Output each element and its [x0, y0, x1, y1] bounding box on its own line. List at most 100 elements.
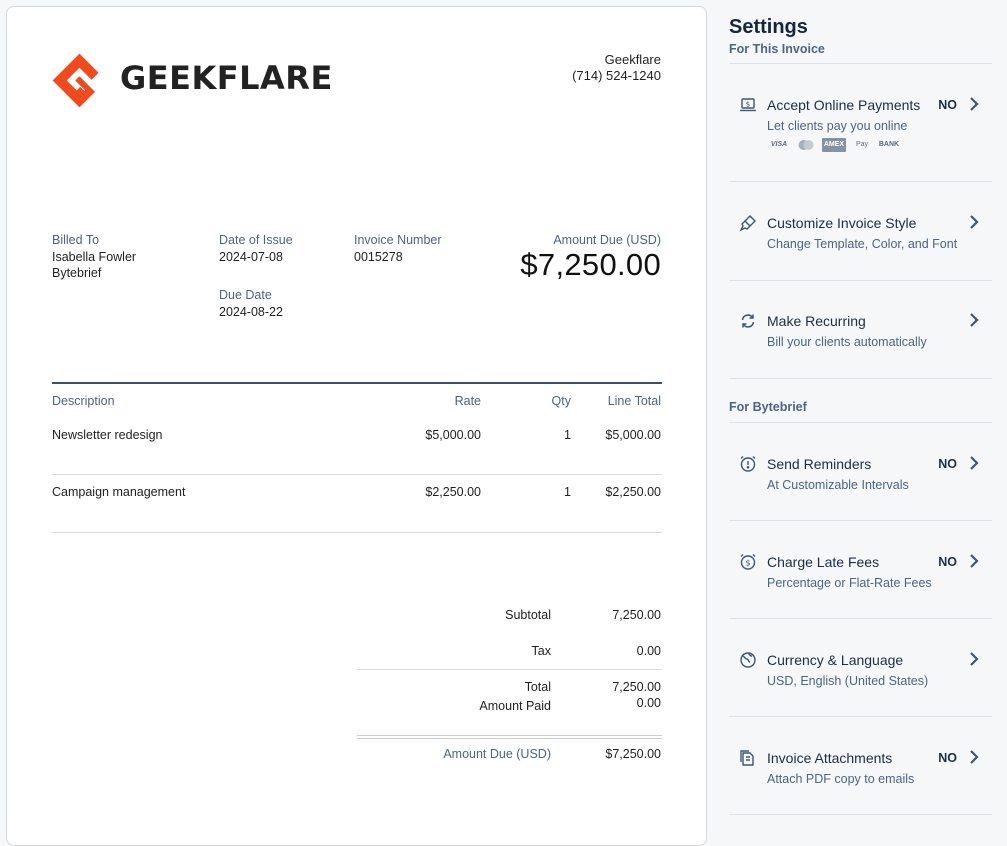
setting-label: Invoice Attachments [767, 750, 893, 766]
section-divider [729, 422, 992, 423]
company-name: Geekflare [604, 52, 661, 67]
row-description: Newsletter redesign [52, 428, 163, 442]
setting-description: Percentage or Flat-Rate Fees [767, 576, 932, 590]
item-divider [729, 378, 992, 379]
setting-customize-invoice-style[interactable]: Customize Invoice Style Change Template,… [729, 212, 992, 257]
alarm-clock-icon [739, 455, 757, 473]
setting-description: Change Template, Color, and Font [767, 237, 958, 251]
billed-to-label: Billed To [52, 233, 100, 247]
refresh-icon [739, 312, 757, 330]
settings-title: Settings [729, 16, 808, 38]
setting-send-reminders[interactable]: Send Reminders NO At Customizable Interv… [729, 453, 992, 498]
invoice-number: 0015278 [354, 250, 403, 264]
totals-divider [357, 669, 662, 670]
mastercard-icon [798, 140, 814, 150]
setting-invoice-attachments[interactable]: Invoice Attachments NO Attach PDF copy t… [729, 747, 992, 792]
visa-card-icon: VISA [770, 141, 788, 148]
chevron-right-icon [968, 95, 980, 113]
chevron-right-icon [968, 650, 980, 668]
svg-text:$: $ [746, 101, 750, 109]
row-qty: 1 [564, 428, 571, 442]
setting-label: Accept Online Payments [767, 97, 921, 113]
table-top-rule [52, 382, 662, 384]
geekflare-logo-icon [52, 53, 99, 108]
subtotal-label: Subtotal [505, 608, 551, 622]
laptop-dollar-icon: $ [739, 96, 757, 114]
invoice-document: GEEKFLARE Geekflare (714) 524-1240 Bille… [6, 6, 707, 846]
amex-card-icon: AMEX [822, 138, 846, 152]
column-rate: Rate [454, 394, 481, 408]
item-divider [729, 618, 992, 619]
due-date-label: Due Date [219, 288, 272, 302]
setting-description: Let clients pay you online [767, 119, 908, 133]
attachment-document-icon [739, 749, 757, 767]
item-divider [729, 814, 992, 815]
company-phone: (714) 524-1240 [572, 68, 661, 83]
setting-status: NO [938, 457, 957, 471]
subtotal-value: 7,250.00 [612, 608, 661, 622]
setting-description: Bill your clients automatically [767, 335, 927, 349]
company-info: Geekflare (714) 524-1240 [572, 52, 661, 84]
amount-paid-value: 0.00 [636, 696, 661, 710]
date-of-issue: 2024-07-08 [219, 250, 283, 264]
setting-description: USD, English (United States) [767, 674, 929, 688]
bank-icon: BANK [878, 141, 900, 148]
logo-wordmark: GEEKFLARE [120, 59, 333, 97]
amount-due-large: $7,250.00 [520, 247, 661, 282]
setting-label: Customize Invoice Style [767, 215, 917, 231]
client-name: Isabella Fowler [52, 250, 137, 264]
svg-text:$: $ [745, 559, 750, 568]
total-value: 7,250.00 [612, 680, 661, 694]
amount-due-footer-label: Amount Due (USD) [443, 747, 551, 761]
setting-label: Currency & Language [767, 652, 904, 668]
item-divider [729, 181, 992, 182]
amount-due-footer-value: $7,250.00 [605, 747, 661, 761]
apple-pay-icon: Pay [855, 141, 869, 148]
chevron-right-icon [968, 552, 980, 570]
setting-currency-language[interactable]: Currency & Language USD, English (United… [729, 649, 992, 694]
due-date: 2024-08-22 [219, 305, 283, 319]
invoice-number-label: Invoice Number [354, 233, 442, 247]
section-for-client: For Bytebrief [729, 400, 807, 414]
column-line-total: Line Total [607, 394, 661, 408]
chevron-right-icon [968, 213, 980, 231]
globe-currency-icon [739, 651, 757, 669]
amount-paid-label: Amount Paid [479, 699, 551, 713]
paint-brush-icon [739, 214, 757, 232]
company-logo: GEEKFLARE [52, 53, 332, 108]
amount-due-double-rule [357, 738, 662, 739]
row-total: $2,250.00 [605, 485, 661, 499]
tax-label: Tax [531, 644, 551, 658]
dollar-clock-icon: $ [739, 553, 757, 571]
row-rate: $2,250.00 [425, 485, 481, 499]
amount-due-label: Amount Due (USD) [553, 233, 661, 247]
column-description: Description [52, 394, 115, 408]
setting-status: NO [938, 98, 957, 112]
chevron-right-icon [968, 311, 980, 329]
column-qty: Qty [551, 394, 571, 408]
row-description: Campaign management [52, 485, 186, 499]
setting-description: At Customizable Intervals [767, 478, 909, 492]
setting-accept-online-payments[interactable]: $ Accept Online Payments NO Let clients … [729, 94, 992, 164]
item-divider [729, 280, 992, 281]
date-of-issue-label: Date of Issue [219, 233, 293, 247]
setting-description: Attach PDF copy to emails [767, 772, 915, 786]
amount-due-double-rule [357, 735, 662, 736]
setting-status: NO [938, 555, 957, 569]
settings-panel: Settings For This Invoice $ Accept Onlin… [729, 0, 992, 830]
row-divider [52, 532, 662, 533]
setting-label: Charge Late Fees [767, 554, 880, 570]
total-label: Total [524, 680, 551, 694]
row-rate: $5,000.00 [425, 428, 481, 442]
setting-label: Send Reminders [767, 456, 872, 472]
item-divider [729, 716, 992, 717]
section-for-this-invoice: For This Invoice [729, 42, 825, 56]
row-total: $5,000.00 [605, 428, 661, 442]
setting-charge-late-fees[interactable]: $ Charge Late Fees NO Percentage or Flat… [729, 551, 992, 596]
item-divider [729, 520, 992, 521]
row-divider [52, 474, 662, 475]
tax-value: 0.00 [636, 644, 661, 658]
section-divider [729, 63, 992, 64]
setting-make-recurring[interactable]: Make Recurring Bill your clients automat… [729, 310, 992, 355]
setting-status: NO [938, 751, 957, 765]
